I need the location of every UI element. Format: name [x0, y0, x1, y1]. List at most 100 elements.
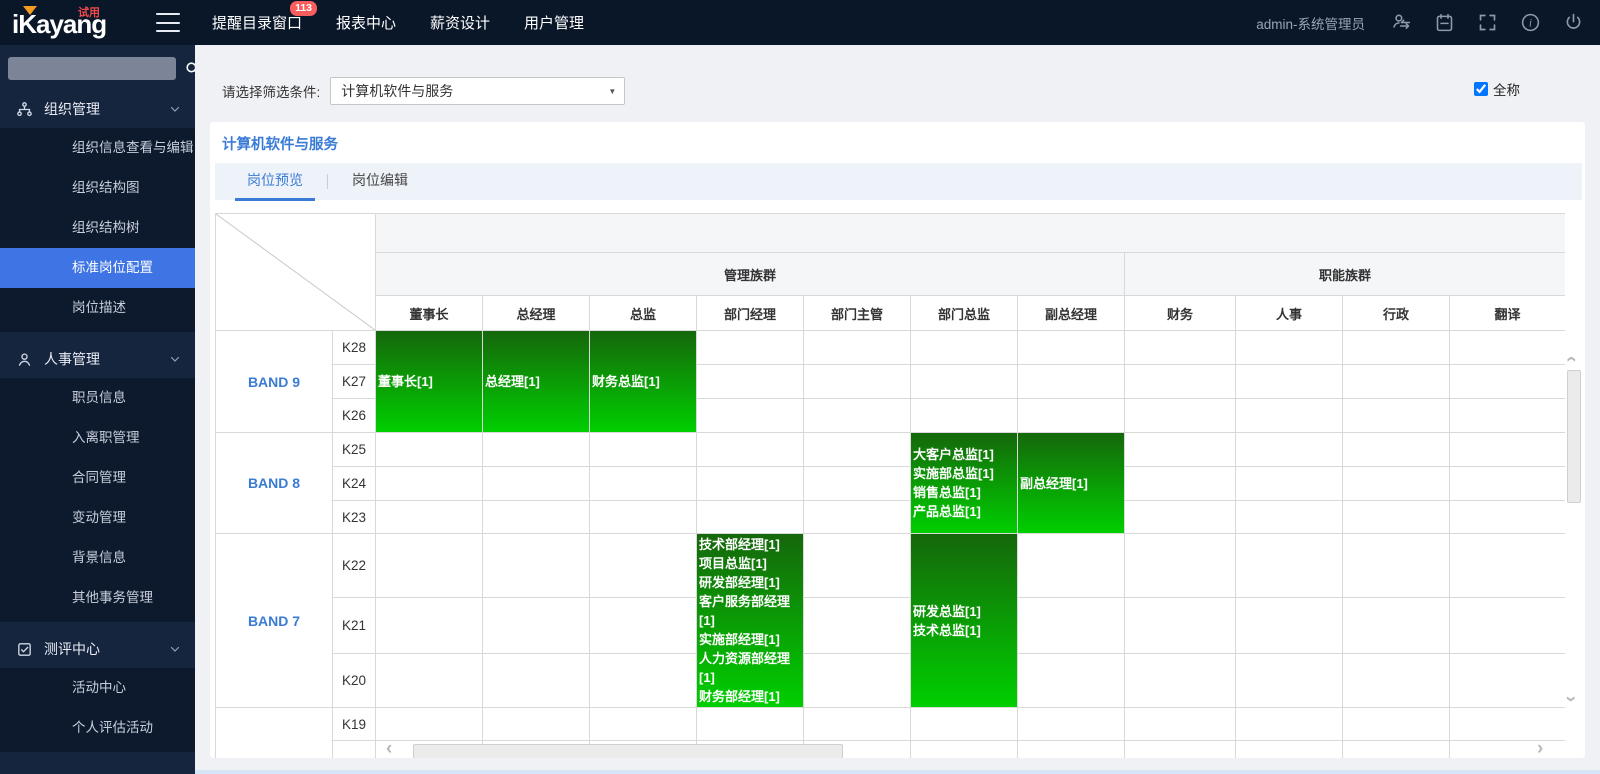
sidebar-item-other-affairs[interactable]: 其他事务管理 — [0, 578, 195, 618]
fullscreen-icon[interactable] — [1477, 12, 1498, 33]
filter-select[interactable]: 计算机软件与服务 ▼ — [330, 77, 625, 105]
matrix-cell — [1236, 331, 1343, 365]
notification-badge: 113 — [289, 0, 318, 17]
level-label-cell: K24 — [333, 467, 376, 501]
matrix-cell — [911, 708, 1018, 741]
job-block-董事长[interactable]: 董事长[1] — [376, 331, 482, 432]
matrix-cell — [1343, 534, 1450, 598]
matrix-cell — [1018, 399, 1125, 433]
matrix-cell — [1018, 365, 1125, 399]
job-block-部门总监[interactable]: 研发总监[1]技术总监[1] — [911, 534, 1017, 707]
content-area: 请选择筛选条件: 计算机软件与服务 ▼ 全称 计算机软件与服务 岗位预览岗位编辑… — [195, 45, 1600, 774]
nav-item-salary-design[interactable]: 薪资设计 — [430, 12, 490, 33]
fullname-checkbox[interactable] — [1474, 82, 1488, 96]
matrix-cell — [804, 534, 911, 598]
tab-post-edit[interactable]: 岗位编辑 — [340, 163, 420, 200]
horizontal-scroll-thumb[interactable] — [413, 744, 843, 758]
power-icon[interactable] — [1563, 12, 1584, 33]
matrix-group-header: 管理族群 — [376, 253, 1125, 296]
sidebar-section-hr-management[interactable]: 人事管理 — [0, 340, 195, 378]
matrix-cell — [804, 654, 911, 708]
matrix-cell — [1236, 365, 1343, 399]
sidebar-item-employee-info[interactable]: 职员信息 — [0, 378, 195, 418]
matrix-column-header: 翻译 — [1450, 296, 1566, 331]
matrix-cell — [1018, 708, 1125, 741]
band-label-cell: BAND 9 — [216, 331, 333, 433]
sidebar-search — [0, 45, 195, 90]
sidebar-item-contract-management[interactable]: 合同管理 — [0, 458, 195, 498]
svg-text:i: i — [1529, 17, 1532, 29]
sidebar-section-assessment-center[interactable]: 测评中心 — [0, 630, 195, 668]
matrix-cell — [483, 467, 590, 501]
sidebar-search-input[interactable] — [8, 57, 176, 80]
sidebar-item-background-info[interactable]: 背景信息 — [0, 538, 195, 578]
navbar-right: admin-系统管理员 i — [1256, 0, 1584, 45]
job-block-副总经理[interactable]: 副总经理[1] — [1018, 433, 1124, 533]
sidebar-section-org-management[interactable]: 组织管理 — [0, 90, 195, 128]
tab-post-preview[interactable]: 岗位预览 — [235, 163, 315, 200]
job-block-部门经理[interactable]: 技术部经理[1]项目总监[1]研发部经理[1]客户服务部经理[1]实施部经理[1… — [697, 534, 803, 707]
matrix-cell — [804, 501, 911, 534]
matrix-cell — [483, 534, 590, 598]
matrix-cell — [1125, 467, 1236, 501]
scroll-right-icon[interactable]: › — [1537, 740, 1543, 758]
hamburger-icon[interactable] — [156, 13, 180, 32]
matrix-column-header: 行政 — [1343, 296, 1450, 331]
job-block-总监[interactable]: 财务总监[1] — [590, 331, 696, 432]
matrix-cell — [697, 365, 804, 399]
section-title: 计算机软件与服务 — [222, 133, 338, 154]
sidebar-item-activity-center[interactable]: 活动中心 — [0, 668, 195, 708]
job-label: 董事长[1] — [378, 372, 480, 391]
matrix-cell — [1450, 708, 1566, 741]
user-switch-icon[interactable] — [1391, 12, 1412, 33]
nav-item-user-management[interactable]: 用户管理 — [524, 12, 584, 33]
matrix-cell — [1236, 399, 1343, 433]
matrix-column-header: 财务 — [1125, 296, 1236, 331]
matrix-column-header: 董事长 — [376, 296, 483, 331]
filter-select-value: 计算机软件与服务 — [341, 81, 453, 101]
matrix-cell — [911, 331, 1018, 365]
job-label: 人力资源部经理[1] — [699, 649, 801, 687]
level-label-cell — [333, 741, 376, 758]
select-arrow-icon: ▼ — [608, 87, 616, 96]
matrix-cell — [483, 598, 590, 654]
help-icon[interactable]: i — [1520, 12, 1541, 33]
matrix-cell — [1125, 365, 1236, 399]
logo-wedge-icon — [23, 6, 37, 15]
matrix-cell — [590, 433, 697, 467]
sidebar-item-change-management[interactable]: 变动管理 — [0, 498, 195, 538]
nav-item-reminder-directory[interactable]: 提醒目录窗口113 — [212, 12, 302, 33]
job-block-总经理[interactable]: 总经理[1] — [483, 331, 589, 432]
sidebar-item-personal-assessment[interactable]: 个人评估活动 — [0, 708, 195, 748]
sidebar-item-standard-post-config[interactable]: 标准岗位配置 — [0, 248, 195, 288]
scroll-left-icon[interactable]: ‹ — [386, 740, 392, 758]
sidebar-item-post-description[interactable]: 岗位描述 — [0, 288, 195, 328]
sidebar-item-org-info-view-edit[interactable]: 组织信息查看与编辑 — [0, 128, 195, 168]
trial-badge: 试用 — [78, 4, 100, 20]
matrix-cell — [590, 598, 697, 654]
job-label: 客户服务部经理[1] — [699, 592, 801, 630]
calendar-icon[interactable] — [1434, 12, 1455, 33]
scroll-down-icon[interactable]: ‹ — [1562, 696, 1580, 702]
sidebar-item-org-structure-tree[interactable]: 组织结构树 — [0, 208, 195, 248]
search-icon[interactable] — [184, 60, 195, 77]
nav-item-report-center[interactable]: 报表中心 — [336, 12, 396, 33]
sidebar-item-org-structure-chart[interactable]: 组织结构图 — [0, 168, 195, 208]
matrix-cell — [1125, 654, 1236, 708]
tab-divider — [327, 174, 328, 189]
submenu-assessment-center: 活动中心个人评估活动 — [0, 668, 195, 752]
matrix-cell — [1343, 708, 1450, 741]
chevron-down-icon — [169, 103, 181, 115]
matrix-cell — [590, 534, 697, 598]
vertical-scroll-thumb[interactable] — [1567, 370, 1581, 503]
level-label-cell: K20 — [333, 654, 376, 708]
scroll-up-icon[interactable]: ‹ — [1562, 356, 1580, 362]
app-logo[interactable]: iKayang 试用 — [12, 5, 162, 43]
sidebar: 组织管理组织信息查看与编辑组织结构图组织结构树标准岗位配置岗位描述人事管理职员信… — [0, 45, 195, 774]
sidebar-item-onboarding-offboarding[interactable]: 入离职管理 — [0, 418, 195, 458]
job-block-部门总监[interactable]: 大客户总监[1]实施部总监[1]销售总监[1]产品总监[1] — [911, 433, 1017, 533]
matrix-cell — [911, 399, 1018, 433]
matrix-cell — [1125, 399, 1236, 433]
matrix-cell — [1343, 654, 1450, 708]
matrix-cell — [1236, 433, 1343, 467]
